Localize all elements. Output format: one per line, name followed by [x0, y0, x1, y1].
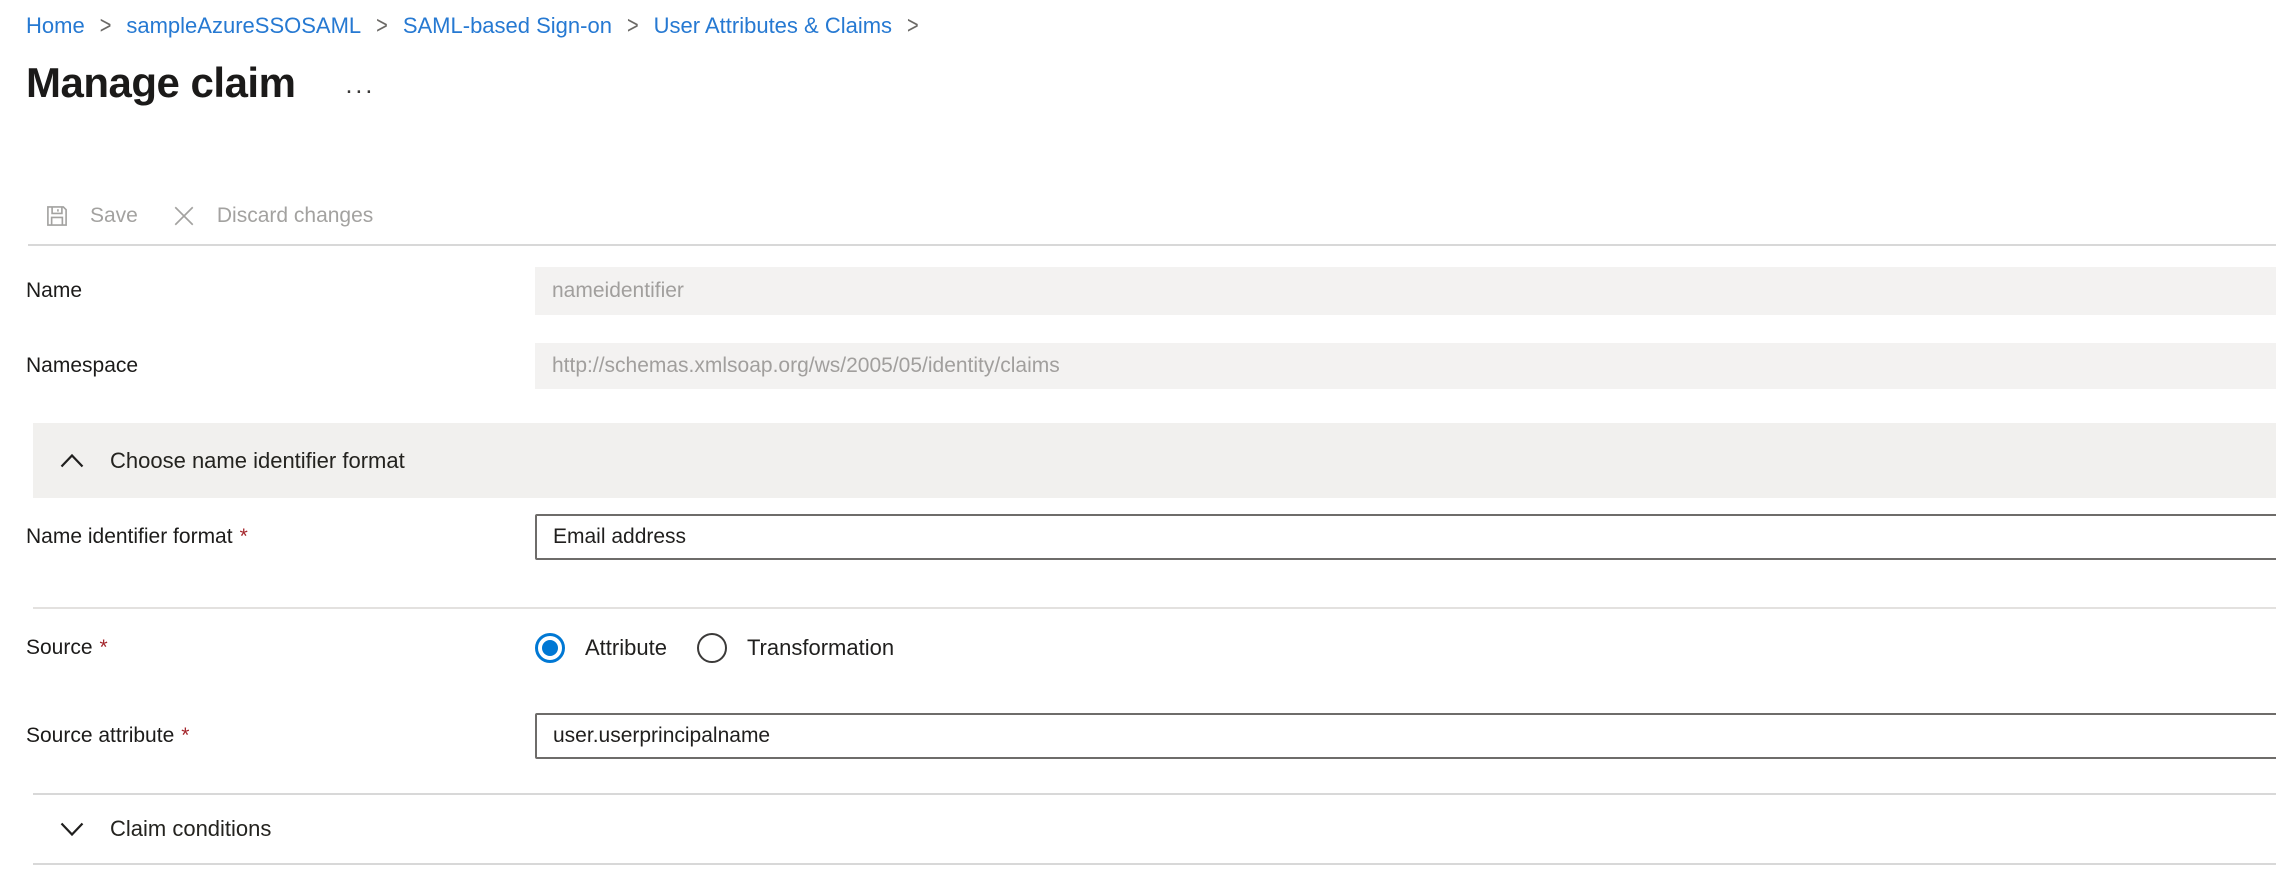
namespace-field-row: Namespace http://schemas.xmlsoap.org/ws/…	[0, 343, 2276, 389]
source-attribute-label: Source attribute*	[0, 724, 535, 748]
breadcrumb-link-app[interactable]: sampleAzureSSOSAML	[126, 13, 361, 39]
required-asterisk: *	[240, 525, 248, 548]
section-title: Choose name identifier format	[110, 448, 405, 474]
chevron-up-icon	[59, 452, 85, 469]
command-bar: Save Discard changes	[43, 191, 2276, 241]
toolbar-divider	[28, 244, 2276, 246]
radio-button-icon	[535, 633, 565, 663]
breadcrumb-separator: >	[100, 10, 112, 43]
name-identifier-format-label: Name identifier format*	[0, 525, 535, 549]
source-attribute-row: Source attribute*	[0, 713, 2276, 759]
close-icon	[170, 202, 198, 230]
save-button[interactable]: Save	[43, 202, 138, 230]
breadcrumb: Home > sampleAzureSSOSAML > SAML-based S…	[0, 0, 2276, 39]
name-identifier-format-row: Name identifier format*	[0, 514, 2276, 560]
namespace-input: http://schemas.xmlsoap.org/ws/2005/05/id…	[535, 343, 2276, 389]
name-input: nameidentifier	[535, 267, 2276, 315]
discard-changes-button[interactable]: Discard changes	[170, 202, 373, 230]
breadcrumb-separator: >	[376, 10, 388, 43]
source-radio-group: Attribute Transformation	[535, 633, 2276, 663]
breadcrumb-separator: >	[627, 10, 639, 43]
radio-label: Transformation	[747, 635, 894, 661]
required-asterisk: *	[100, 636, 108, 659]
page-title: Manage claim	[26, 59, 295, 107]
breadcrumb-separator: >	[907, 10, 919, 43]
section-choose-name-identifier-format[interactable]: Choose name identifier format	[33, 423, 2276, 498]
section-title: Claim conditions	[110, 816, 271, 842]
discard-changes-label: Discard changes	[217, 204, 373, 228]
name-field-row: Name nameidentifier	[0, 267, 2276, 315]
required-asterisk: *	[181, 724, 189, 747]
source-field-row: Source* Attribute Transformation	[0, 623, 2276, 673]
name-identifier-format-dropdown[interactable]	[535, 514, 2276, 560]
manage-claim-page: Home > sampleAzureSSOSAML > SAML-based S…	[0, 0, 2276, 865]
chevron-down-icon	[59, 821, 85, 838]
source-attribute-combobox[interactable]	[535, 713, 2276, 759]
namespace-label: Namespace	[0, 354, 535, 378]
save-icon	[43, 202, 71, 230]
divider	[33, 607, 2276, 609]
source-radio-transformation[interactable]: Transformation	[697, 633, 894, 663]
more-menu-button[interactable]: ...	[341, 71, 379, 107]
breadcrumb-link-user-attributes-claims[interactable]: User Attributes & Claims	[654, 13, 892, 39]
section-claim-conditions[interactable]: Claim conditions	[33, 793, 2276, 865]
radio-button-icon	[697, 633, 727, 663]
source-label: Source*	[0, 636, 535, 660]
page-header: Manage claim ...	[0, 59, 2276, 107]
breadcrumb-link-saml-signon[interactable]: SAML-based Sign-on	[403, 13, 612, 39]
radio-label: Attribute	[585, 635, 667, 661]
name-label: Name	[0, 279, 535, 303]
breadcrumb-link-home[interactable]: Home	[26, 13, 85, 39]
source-radio-attribute[interactable]: Attribute	[535, 633, 667, 663]
save-button-label: Save	[90, 204, 138, 228]
